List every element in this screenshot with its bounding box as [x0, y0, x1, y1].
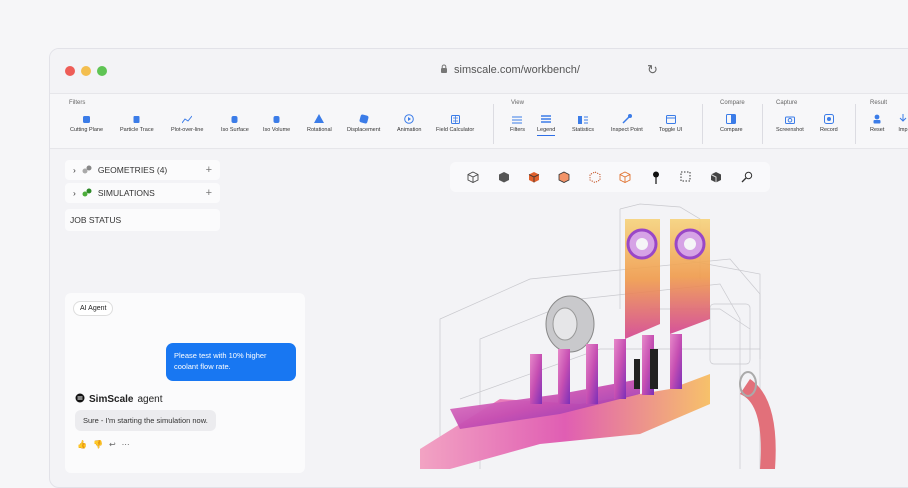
brand-subtitle: agent — [137, 394, 163, 405]
play-icon — [404, 114, 415, 124]
rotational-icon — [314, 114, 325, 124]
rotational-button[interactable]: Rotational — [307, 114, 332, 133]
view-group-label: View — [511, 100, 524, 106]
browser-window: simscale.com/workbench/ ↻ Filters View C… — [49, 48, 908, 488]
iso-surface-button[interactable]: Iso Surface — [221, 114, 249, 133]
filters-group-label: Filters — [69, 100, 86, 106]
cube-solid-icon[interactable] — [497, 170, 511, 184]
user-message-bubble: Please test with 10% higher coolant flow… — [166, 343, 296, 381]
result-group-label: Result — [870, 100, 888, 106]
cube-transparent-icon[interactable] — [618, 170, 632, 184]
calculator-icon — [450, 114, 460, 124]
job-status-label: JOB STATUS — [70, 215, 122, 225]
divider — [855, 104, 856, 144]
toggle-ui-icon — [665, 114, 676, 124]
compare-group-label: Compare — [720, 100, 745, 106]
chevron-right-icon[interactable]: › — [73, 188, 76, 198]
titlebar: simscale.com/workbench/ ↻ — [50, 49, 908, 93]
tree-item-simulations[interactable]: › SIMULATIONS + — [65, 183, 220, 203]
view-cube-icon[interactable] — [709, 170, 723, 184]
agent-brand: SimScale agent — [75, 393, 163, 406]
more-icon[interactable]: ⋯ — [122, 440, 130, 449]
agent-reply-bubble: Sure - I'm starting the simulation now. — [75, 410, 216, 431]
line-chart-icon — [182, 114, 193, 124]
pin-icon[interactable] — [649, 170, 663, 184]
compare-button[interactable]: Compare — [720, 114, 743, 133]
simulations-label: SIMULATIONS — [97, 188, 155, 198]
particle-trace-button[interactable]: Particle Trace — [120, 114, 154, 133]
geometries-icon — [82, 165, 92, 176]
field-calculator-button[interactable]: Field Calculator — [436, 114, 474, 133]
animation-button[interactable]: Animation — [397, 114, 421, 133]
cube-edges-icon[interactable] — [557, 170, 571, 184]
reload-icon[interactable]: ↻ — [647, 62, 658, 78]
busbar-connectors — [625, 219, 710, 339]
particle-trace-icon — [132, 114, 142, 124]
cube-outline-icon[interactable] — [466, 170, 480, 184]
inlet-pipe — [739, 371, 776, 469]
viewport-toolbar — [450, 162, 770, 192]
close-window-button[interactable] — [65, 66, 75, 76]
reply-icon[interactable]: ↩ — [109, 440, 116, 449]
screenshot-button[interactable]: Screenshot — [776, 114, 804, 133]
legend-button[interactable]: Legend — [537, 114, 556, 136]
url-text: simscale.com/workbench/ — [454, 64, 580, 76]
thumbs-down-icon[interactable]: 👎 — [93, 440, 103, 449]
add-simulation-icon[interactable]: + — [206, 187, 212, 199]
import-icon — [898, 114, 908, 124]
import-button[interactable]: Imp — [898, 114, 908, 133]
brand-name: SimScale — [89, 394, 134, 405]
lock-icon — [440, 64, 448, 76]
cutting-plane-button[interactable]: Cutting Plane — [70, 114, 103, 133]
box-select-icon[interactable] — [679, 170, 693, 184]
divider — [702, 104, 703, 144]
iso-volume-button[interactable]: Iso Volume — [263, 114, 290, 133]
chevron-right-icon[interactable]: › — [73, 165, 76, 175]
record-icon — [823, 114, 834, 124]
inspect-point-button[interactable]: Inspect Point — [611, 114, 643, 133]
compare-icon — [726, 114, 737, 124]
simulation-viewport[interactable] — [380, 199, 900, 469]
toolbar-ribbon: Filters View Compare Capture Result Cutt… — [50, 93, 908, 149]
iso-volume-icon — [272, 114, 282, 124]
tree-item-geometries[interactable]: › GEOMETRIES (4) + — [65, 160, 220, 180]
plot-over-line-button[interactable]: Plot-over-line — [171, 114, 203, 133]
cooling-channel — [420, 334, 710, 469]
reset-button[interactable]: Reset — [870, 114, 884, 133]
simulations-icon — [82, 188, 92, 199]
displacement-button[interactable]: Displacement — [347, 114, 380, 133]
cube-points-icon[interactable] — [588, 170, 602, 184]
cube-shaded-icon[interactable] — [527, 170, 541, 184]
geometries-label: GEOMETRIES (4) — [97, 165, 168, 175]
address-bar[interactable]: simscale.com/workbench/ — [440, 64, 580, 76]
toggle-ui-button[interactable]: Toggle UI — [659, 114, 682, 133]
divider — [762, 104, 763, 144]
iso-surface-icon — [230, 114, 240, 124]
statistics-button[interactable]: Statistics — [572, 114, 594, 133]
reset-icon — [872, 114, 882, 124]
sliders-icon — [512, 114, 523, 124]
job-status-header[interactable]: JOB STATUS — [65, 209, 220, 231]
cutting-plane-icon — [82, 114, 92, 124]
displacement-icon — [359, 114, 369, 124]
ai-agent-panel: AI Agent Please test with 10% higher coo… — [65, 293, 305, 473]
maximize-window-button[interactable] — [97, 66, 107, 76]
coil-component — [545, 295, 595, 353]
capture-group-label: Capture — [776, 100, 798, 106]
measure-icon[interactable] — [740, 170, 754, 184]
camera-icon — [784, 114, 795, 124]
record-button[interactable]: Record — [820, 114, 838, 133]
thumbs-up-icon[interactable]: 👍 — [77, 440, 87, 449]
message-actions: 👍 👎 ↩ ⋯ — [77, 440, 130, 449]
minimize-window-button[interactable] — [81, 66, 91, 76]
simscale-logo-icon — [75, 393, 85, 406]
ai-agent-badge: AI Agent — [73, 301, 114, 316]
statistics-icon — [578, 114, 588, 124]
divider — [493, 104, 494, 144]
add-geometry-icon[interactable]: + — [206, 164, 212, 176]
view-filters-button[interactable]: Filters — [510, 114, 525, 133]
pipette-icon — [622, 114, 632, 124]
legend-icon — [541, 114, 552, 124]
